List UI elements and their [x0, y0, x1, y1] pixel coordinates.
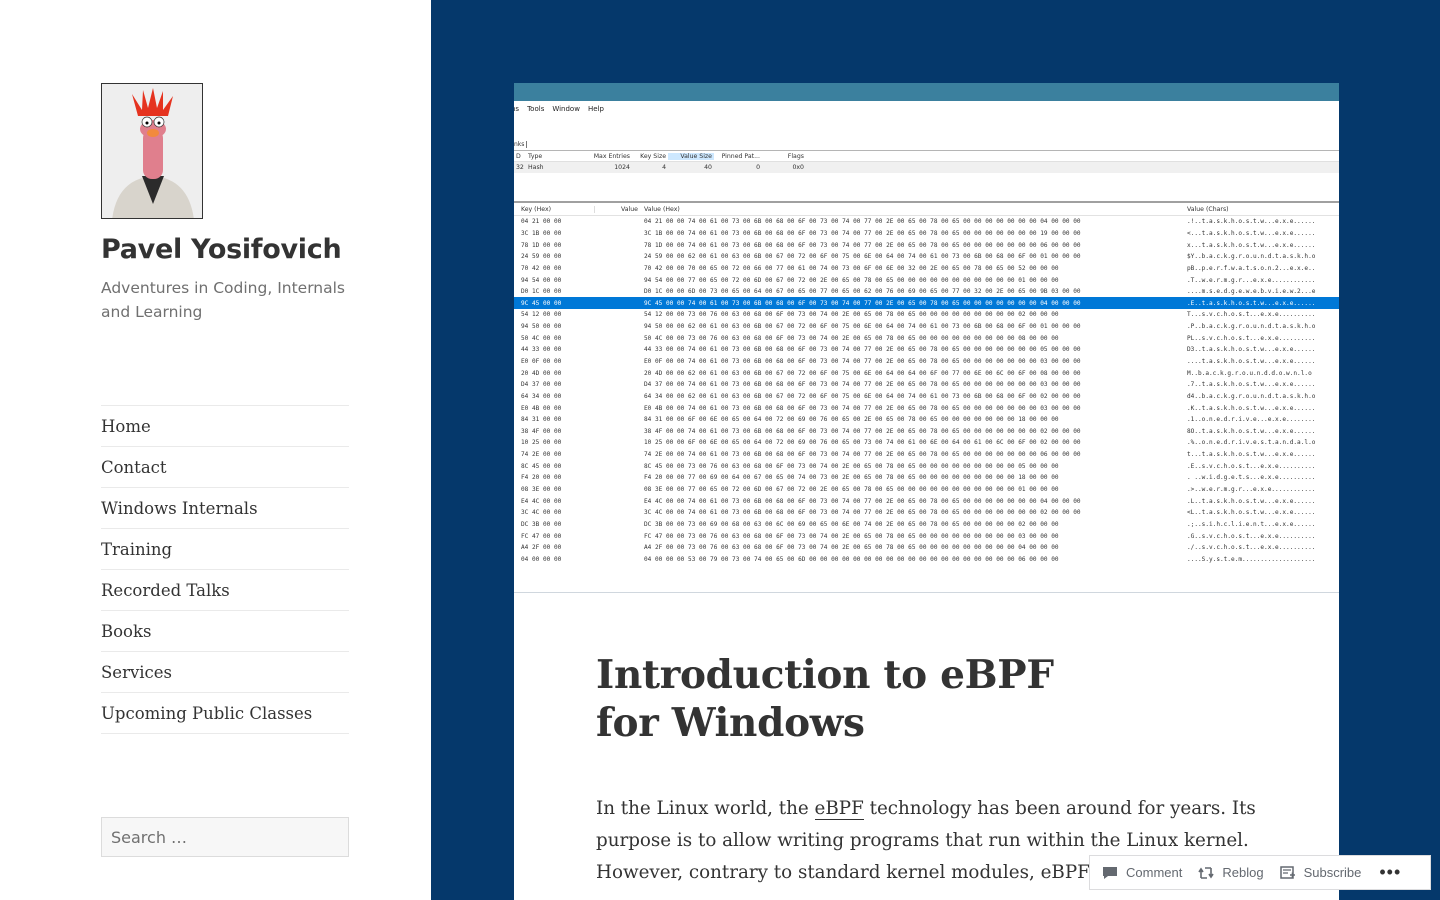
reblog-button[interactable]: Reblog: [1198, 865, 1264, 880]
hero-window-titlebar: [514, 83, 1339, 101]
hex-table-row: F4 20 00 00 F4 20 00 00 77 00 69 00 64 00…: [521, 474, 1316, 482]
sidebar: Pavel Yosifovich Adventures in Coding, I…: [0, 0, 431, 900]
site-title[interactable]: Pavel Yosifovich: [101, 234, 342, 265]
hex-table-row: 54 12 00 00 54 12 00 00 73 00 76 00 63 00…: [521, 311, 1316, 319]
hex-table-row: 70 42 00 00 70 42 00 00 70 00 65 00 72 00…: [521, 264, 1316, 272]
nav-item-books[interactable]: Books: [101, 611, 349, 652]
hex-table-row: 74 2E 00 00 74 2E 00 00 74 00 61 00 73 00…: [521, 451, 1316, 459]
hero-maps-row: 32 Hash 1024 4 40 0 0x0: [514, 162, 1339, 173]
nav-item-upcoming-public-classes[interactable]: Upcoming Public Classes: [101, 693, 349, 734]
featured-image[interactable]: ns Tools Window Help nks D Type Max Entr…: [514, 83, 1339, 593]
nav-item-recorded-talks[interactable]: Recorded Talks: [101, 570, 349, 611]
hex-table-row: DC 3B 00 00 DC 3B 00 00 73 00 69 00 68 00…: [521, 520, 1316, 528]
nav-item-training[interactable]: Training: [101, 529, 349, 570]
search-input[interactable]: [101, 817, 349, 857]
hex-table-row: 3C 4C 00 00 3C 4C 00 00 74 00 61 00 73 00…: [521, 509, 1316, 517]
hero-maps-table: D Type Max Entries Key Size Value Size P…: [514, 151, 1339, 173]
hero-splitter: [514, 173, 1339, 203]
hex-table-row: 9C 45 00 00 9C 45 00 00 74 00 61 00 73 00…: [514, 297, 1339, 310]
subscribe-button[interactable]: Subscribe: [1279, 865, 1361, 880]
hex-table-row: 38 4F 00 00 38 4F 00 00 74 00 61 00 73 00…: [521, 427, 1316, 435]
hex-table-row: E0 4B 00 00 E0 4B 00 00 74 00 61 00 73 00…: [521, 404, 1316, 412]
more-options-icon[interactable]: •••: [1379, 862, 1401, 883]
reblog-icon: [1198, 866, 1215, 879]
muppet-avatar-image: [102, 84, 202, 218]
hex-table-row: 24 59 00 00 24 59 00 00 62 00 61 00 63 00…: [521, 253, 1316, 261]
nav-item-home[interactable]: Home: [101, 406, 349, 447]
hex-table-row: 64 34 00 00 64 34 00 00 62 00 61 00 63 00…: [521, 392, 1316, 400]
action-bar: Comment Reblog Subscribe •••: [1089, 855, 1431, 890]
hex-table-row: 20 4D 00 00 20 4D 00 00 62 00 61 00 63 00…: [521, 369, 1312, 377]
nav-item-windows-internals[interactable]: Windows Internals: [101, 488, 349, 529]
hex-table-row: FC 47 00 00 FC 47 00 00 73 00 76 00 63 00…: [521, 532, 1316, 540]
hex-table-row: E4 4C 00 00 E4 4C 00 00 74 00 61 00 73 00…: [521, 497, 1316, 505]
post-article: ns Tools Window Help nks D Type Max Entr…: [514, 83, 1339, 900]
hex-table-row: 94 54 00 00 94 54 00 00 77 00 65 00 72 00…: [521, 276, 1316, 284]
main-nav: Home Contact Windows Internals Training …: [101, 405, 349, 734]
ebpf-link[interactable]: eBPF: [814, 798, 864, 820]
hex-table-row: 04 21 00 00 04 21 00 00 74 00 61 00 73 00…: [521, 218, 1316, 226]
hero-menu-bar: ns Tools Window Help: [514, 102, 1339, 116]
site-avatar[interactable]: [101, 83, 203, 219]
comment-button[interactable]: Comment: [1102, 865, 1182, 880]
hero-menu-item: Window: [552, 105, 580, 113]
hero-menu-item: Help: [587, 105, 604, 113]
subscribe-icon: [1279, 865, 1295, 879]
hero-maps-header: D Type Max Entries Key Size Value Size P…: [514, 151, 1339, 162]
hex-table-row: 8C 45 00 00 8C 45 00 00 73 00 76 00 63 00…: [521, 462, 1316, 470]
comment-icon: [1103, 866, 1117, 879]
hex-table-row: 04 00 00 00 04 00 00 00 53 00 79 00 73 00…: [521, 555, 1316, 563]
hero-hex-table: Key (Hex) Value Value (Hex) Value (Chars…: [514, 203, 1339, 565]
hex-table-row: 08 3E 00 00 08 3E 00 00 77 00 65 00 72 00…: [521, 486, 1316, 494]
hex-table-row: 3C 1B 00 00 3C 1B 00 00 74 00 61 00 73 00…: [521, 229, 1316, 237]
hero-menu-item: Tools: [527, 105, 545, 113]
hex-table-row: 84 31 00 00 84 31 00 00 6F 00 6E 00 65 00…: [521, 416, 1316, 424]
hex-table-row: D0 1C 00 00 D0 1C 00 00 6D 00 73 00 65 00…: [521, 288, 1316, 296]
hex-table-row: E0 0F 00 00 E0 0F 00 00 74 00 61 00 73 00…: [521, 358, 1316, 365]
hero-hex-rows: 04 21 00 00 04 21 00 00 74 00 61 00 73 00…: [514, 216, 1339, 565]
nav-item-services[interactable]: Services: [101, 652, 349, 693]
hex-table-row: 10 25 00 00 10 25 00 00 6F 00 6E 00 65 00…: [521, 439, 1316, 447]
hex-table-row: 78 1D 00 00 78 1D 00 00 74 00 61 00 73 00…: [521, 241, 1316, 249]
nav-item-contact[interactable]: Contact: [101, 447, 349, 488]
hex-table-row: A4 2F 00 00 A4 2F 00 00 73 00 76 00 63 00…: [521, 544, 1316, 552]
hex-table-row: 44 33 00 00 44 33 00 00 74 00 61 00 73 00…: [521, 346, 1316, 354]
post-title[interactable]: Introduction to eBPF for Windows: [596, 651, 1096, 747]
hero-hex-header: Key (Hex) Value Value (Hex) Value (Chars…: [514, 203, 1339, 216]
hero-menu-item: ns: [514, 105, 520, 113]
site-description: Adventures in Coding, Internals and Lear…: [101, 279, 346, 321]
hero-tab: nks: [514, 138, 1339, 151]
hex-table-row: D4 37 00 00 D4 37 00 00 74 00 61 00 73 00…: [521, 381, 1316, 389]
hex-table-row: 50 4C 00 00 50 4C 00 00 73 00 76 00 63 00…: [521, 334, 1316, 342]
hex-table-row: 94 50 00 00 94 50 00 00 62 00 61 00 63 00…: [521, 323, 1316, 331]
